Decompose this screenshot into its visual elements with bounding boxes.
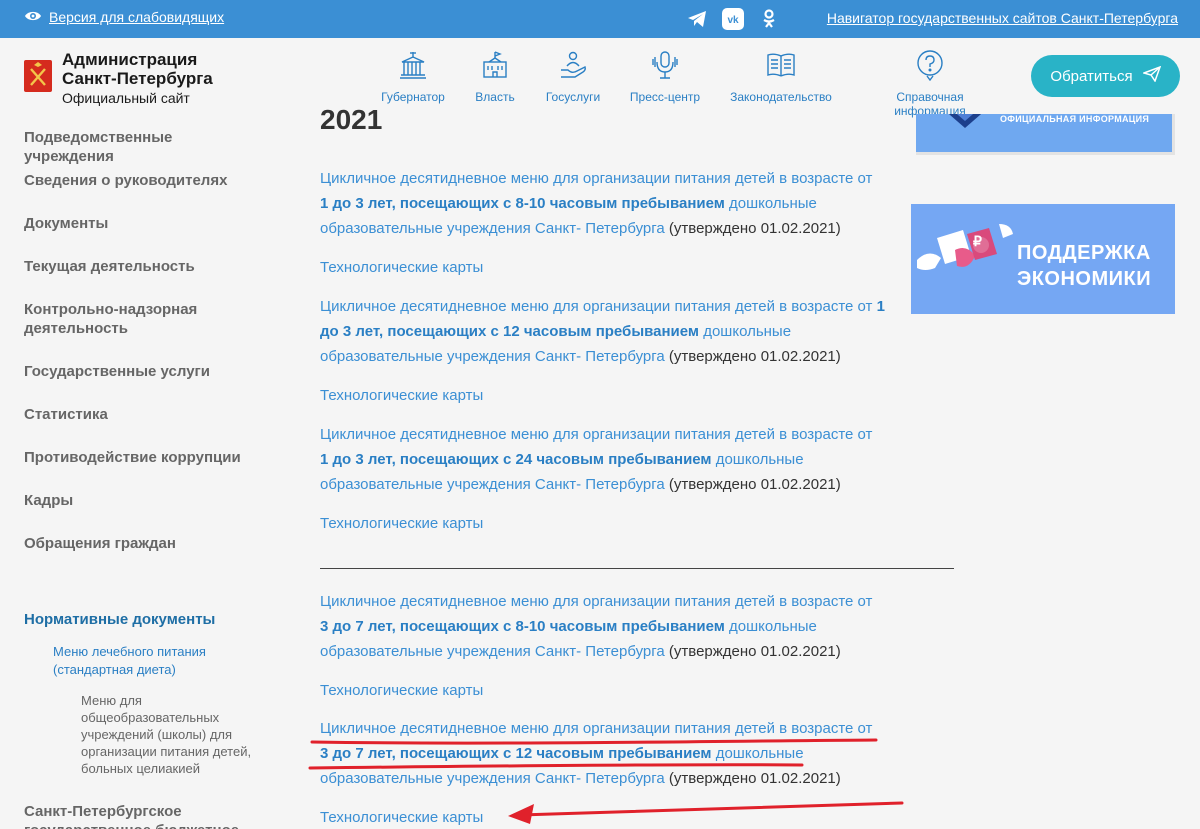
- nav-legislation-label: Законодательство: [730, 90, 832, 104]
- site-header: Администрация Санкт-Петербурга Официальн…: [0, 38, 1200, 118]
- tech-cards-link-4[interactable]: Технологические карты: [320, 682, 483, 699]
- shield-icon: [948, 114, 982, 128]
- telegram-icon[interactable]: [686, 8, 708, 30]
- economy-line1: ПОДДЕРЖКА: [1017, 242, 1151, 264]
- sidebar-item-personnel[interactable]: Кадры: [24, 491, 264, 510]
- year-heading: 2021: [320, 104, 383, 135]
- tech-cards-link-1[interactable]: Технологические карты: [320, 259, 483, 276]
- sidebar-sub-medical-nutrition-menu[interactable]: Меню лечебного питания (стандартная диет…: [53, 643, 253, 679]
- accessibility-label: Версия для слабовидящих: [49, 9, 225, 25]
- sidebar-item-citizen-appeals[interactable]: Обращения граждан: [24, 534, 264, 553]
- section-divider: [320, 568, 954, 569]
- nav-reference-info[interactable]: Справочная информация: [862, 48, 998, 118]
- menu-item-1-3-24h[interactable]: Цикличное десятидневное меню для организ…: [320, 422, 885, 497]
- brand-subtitle: Официальный сайт: [62, 90, 190, 106]
- nav-press-center-label: Пресс-центр: [629, 90, 701, 104]
- sidebar-item-anti-corruption[interactable]: Противодействие коррупции: [24, 448, 264, 467]
- appeal-button-label: Обратиться: [1050, 67, 1133, 85]
- menu-age-hours: 1 до 3 лет, посещающих с 8-10 часовым пр…: [320, 195, 725, 212]
- sidebar-item-public-services[interactable]: Государственные услуги: [24, 362, 264, 381]
- sidebar-item-statistics[interactable]: Статистика: [24, 405, 264, 424]
- sidebar-item-spb-budget-institution[interactable]: Санкт-Петербургское государственное бюдж…: [24, 802, 254, 829]
- menu-item-1-3-12h[interactable]: Цикличное десятидневное меню для организ…: [320, 294, 885, 369]
- sidebar-item-control-supervision[interactable]: Контрольно-надзорная деятельность: [24, 300, 224, 338]
- appeal-button[interactable]: Обратиться: [1031, 55, 1180, 97]
- question-bubble-icon: [913, 48, 947, 82]
- sidebar-subsub-celiac-school-menu[interactable]: Меню для общеобразовательных учреждений …: [81, 692, 271, 777]
- menu-prefix: Цикличное десятидневное меню для организ…: [320, 593, 873, 610]
- brand-title-line1: Администрация: [62, 50, 198, 69]
- navigator-link[interactable]: Навигатор государственных сайтов Санкт-П…: [827, 10, 1178, 26]
- paper-plane-icon: [1141, 65, 1161, 86]
- top-bar: Версия для слабовидящих vk Навигатор гос…: [0, 0, 1200, 38]
- menu-prefix: Цикличное десятидневное меню для организ…: [320, 170, 873, 187]
- sidebar-item-leaders[interactable]: Сведения о руководителях: [24, 171, 264, 190]
- official-info-banner[interactable]: ОФИЦИАЛЬНАЯ ИНФОРМАЦИЯ: [916, 114, 1175, 155]
- eye-icon: [24, 9, 42, 25]
- sidebar-item-current-activity[interactable]: Текущая деятельность: [24, 257, 264, 276]
- arrow-line: [518, 801, 904, 817]
- accessibility-version-link[interactable]: Версия для слабовидящих: [24, 9, 224, 25]
- arrow-head: [508, 804, 534, 824]
- menu-item-3-7-12h[interactable]: Цикличное десятидневное меню для организ…: [320, 716, 885, 791]
- governor-building-icon: [396, 48, 430, 82]
- ruble-icon: ₽: [973, 233, 982, 249]
- vk-icon[interactable]: vk: [722, 8, 744, 30]
- nav-press-center[interactable]: Пресс-центр: [605, 48, 725, 104]
- tech-cards-link-3[interactable]: Технологические карты: [320, 515, 483, 532]
- approved-date: (утверждено 01.02.2021): [668, 770, 841, 787]
- hand-person-icon: [556, 48, 590, 82]
- economy-line2: ЭКОНОМИКИ: [1017, 268, 1152, 290]
- book-icon: [764, 48, 798, 82]
- sidebar-item-documents[interactable]: Документы: [24, 214, 264, 233]
- spb-coat-of-arms-icon[interactable]: [24, 60, 52, 92]
- menu-prefix: Цикличное десятидневное меню для организ…: [320, 426, 873, 443]
- microphone-icon: [648, 48, 682, 82]
- menu-prefix: Цикличное десятидневное меню для организ…: [320, 298, 873, 315]
- odnoklassniki-icon[interactable]: [758, 8, 780, 30]
- sidebar-item-subordinate-institutions[interactable]: Подведомственные учреждения: [24, 128, 264, 166]
- approved-date: (утверждено 01.02.2021): [668, 220, 841, 237]
- menu-age-hours: 3 до 7 лет, посещающих с 8-10 часовым пр…: [320, 618, 725, 635]
- menu-prefix: Цикличное десятидневное меню для организ…: [320, 720, 873, 737]
- economy-support-banner[interactable]: ₽ ПОДДЕРЖКА ЭКОНОМИКИ: [911, 204, 1175, 314]
- menu-item-1-3-8-10h[interactable]: Цикличное десятидневное меню для организ…: [320, 166, 885, 241]
- approved-date: (утверждено 01.02.2021): [668, 476, 841, 493]
- menu-item-3-7-8-10h[interactable]: Цикличное десятидневное меню для организ…: [320, 589, 885, 664]
- economy-support-label: ПОДДЕРЖКА ЭКОНОМИКИ: [1017, 240, 1151, 292]
- menu-age-hours: 3 до 7 лет, посещающих с 12 часовым преб…: [320, 745, 712, 762]
- approved-date: (утверждено 01.02.2021): [668, 643, 841, 660]
- government-building-icon: [478, 48, 512, 82]
- sidebar-section-normative-documents[interactable]: Нормативные документы: [24, 611, 215, 628]
- nav-legislation[interactable]: Законодательство: [721, 48, 841, 104]
- puzzle-hands-icon: [917, 224, 1013, 270]
- menu-age-hours: 1 до 3 лет, посещающих с 24 часовым преб…: [320, 451, 712, 468]
- brand-title-line2: Санкт-Петербурга: [62, 69, 213, 88]
- tech-cards-link-2[interactable]: Технологические карты: [320, 387, 483, 404]
- official-info-label: ОФИЦИАЛЬНАЯ ИНФОРМАЦИЯ: [1000, 114, 1150, 124]
- site-brand[interactable]: Администрация Санкт-Петербурга Официальн…: [62, 50, 213, 106]
- approved-date: (утверждено 01.02.2021): [668, 348, 841, 365]
- tech-cards-link-5[interactable]: Технологические карты: [320, 809, 483, 826]
- svg-text:vk: vk: [727, 15, 739, 26]
